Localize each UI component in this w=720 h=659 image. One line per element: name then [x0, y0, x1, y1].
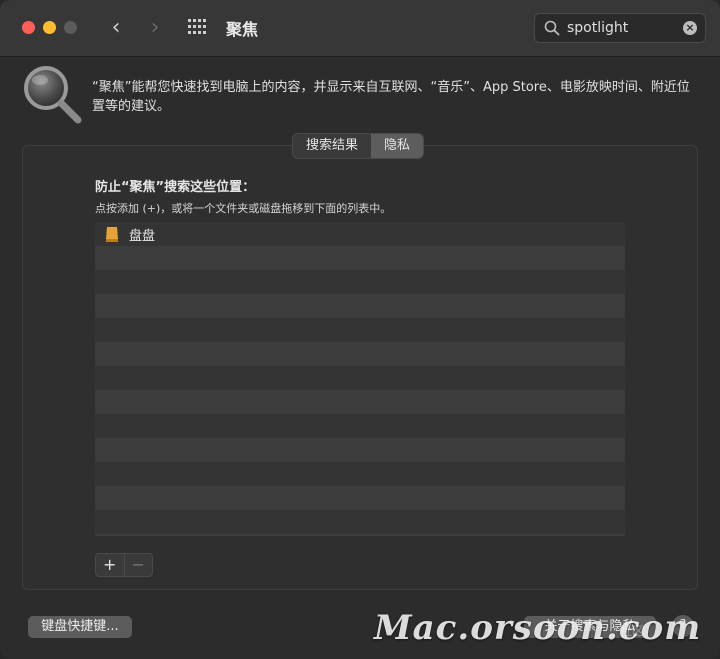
disk-icon	[106, 227, 118, 242]
spotlight-magnifier-icon	[24, 66, 82, 124]
excluded-locations-list[interactable]: 盘盘	[95, 222, 625, 536]
tab-privacy[interactable]: 隐私	[371, 134, 424, 158]
preferences-window: ‹ › 聚焦 spotlight × “聚焦”能帮您快速找到电脑上的内容，并显示…	[0, 0, 720, 659]
search-field[interactable]: spotlight ×	[534, 13, 706, 43]
minimize-window-button[interactable]	[43, 21, 56, 34]
keyboard-shortcuts-button[interactable]: 键盘快捷键...	[28, 616, 132, 638]
watermark: Mac.orsoon.com	[374, 608, 702, 648]
window-title: 聚焦	[226, 20, 259, 39]
list-item[interactable]: 盘盘	[95, 222, 625, 246]
list-item	[95, 246, 625, 270]
list-item	[95, 366, 625, 390]
list-item	[95, 438, 625, 462]
list-item	[95, 414, 625, 438]
list-item	[95, 270, 625, 294]
titlebar: ‹ › 聚焦 spotlight ×	[0, 0, 720, 57]
close-window-button[interactable]	[22, 21, 35, 34]
list-item	[95, 342, 625, 366]
chevron-left-icon: ‹	[111, 15, 121, 40]
privacy-heading: 防止“聚焦”搜索这些位置：	[95, 180, 256, 195]
list-item	[95, 318, 625, 342]
remove-location-button[interactable]: −	[125, 554, 153, 576]
tab-search-results[interactable]: 搜索结果	[293, 134, 371, 158]
watermark-community: 社区	[620, 624, 645, 638]
chevron-right-icon: ›	[150, 15, 160, 40]
list-item	[95, 534, 625, 536]
search-input[interactable]: spotlight	[567, 20, 628, 36]
clear-search-icon[interactable]: ×	[683, 21, 697, 35]
list-item-label: 盘盘	[129, 228, 156, 244]
back-button[interactable]: ‹	[104, 14, 128, 42]
list-item	[95, 390, 625, 414]
forward-button[interactable]: ›	[143, 14, 167, 42]
list-item	[95, 294, 625, 318]
zoom-window-button[interactable]	[64, 21, 77, 34]
search-icon	[544, 20, 560, 36]
privacy-hint: 点按添加 (+)，或将一个文件夹或磁盘拖移到下面的列表中。	[95, 202, 392, 215]
list-item	[95, 462, 625, 486]
list-item	[95, 510, 625, 534]
show-all-grid-icon[interactable]	[188, 19, 208, 37]
list-item	[95, 486, 625, 510]
add-location-button[interactable]: +	[96, 554, 125, 576]
tab-control: 搜索结果 隐私	[292, 133, 425, 159]
spotlight-description: “聚焦”能帮您快速找到电脑上的内容，并显示来自互联网、“音乐”、App Stor…	[92, 80, 690, 114]
add-remove-control: + −	[95, 553, 153, 577]
